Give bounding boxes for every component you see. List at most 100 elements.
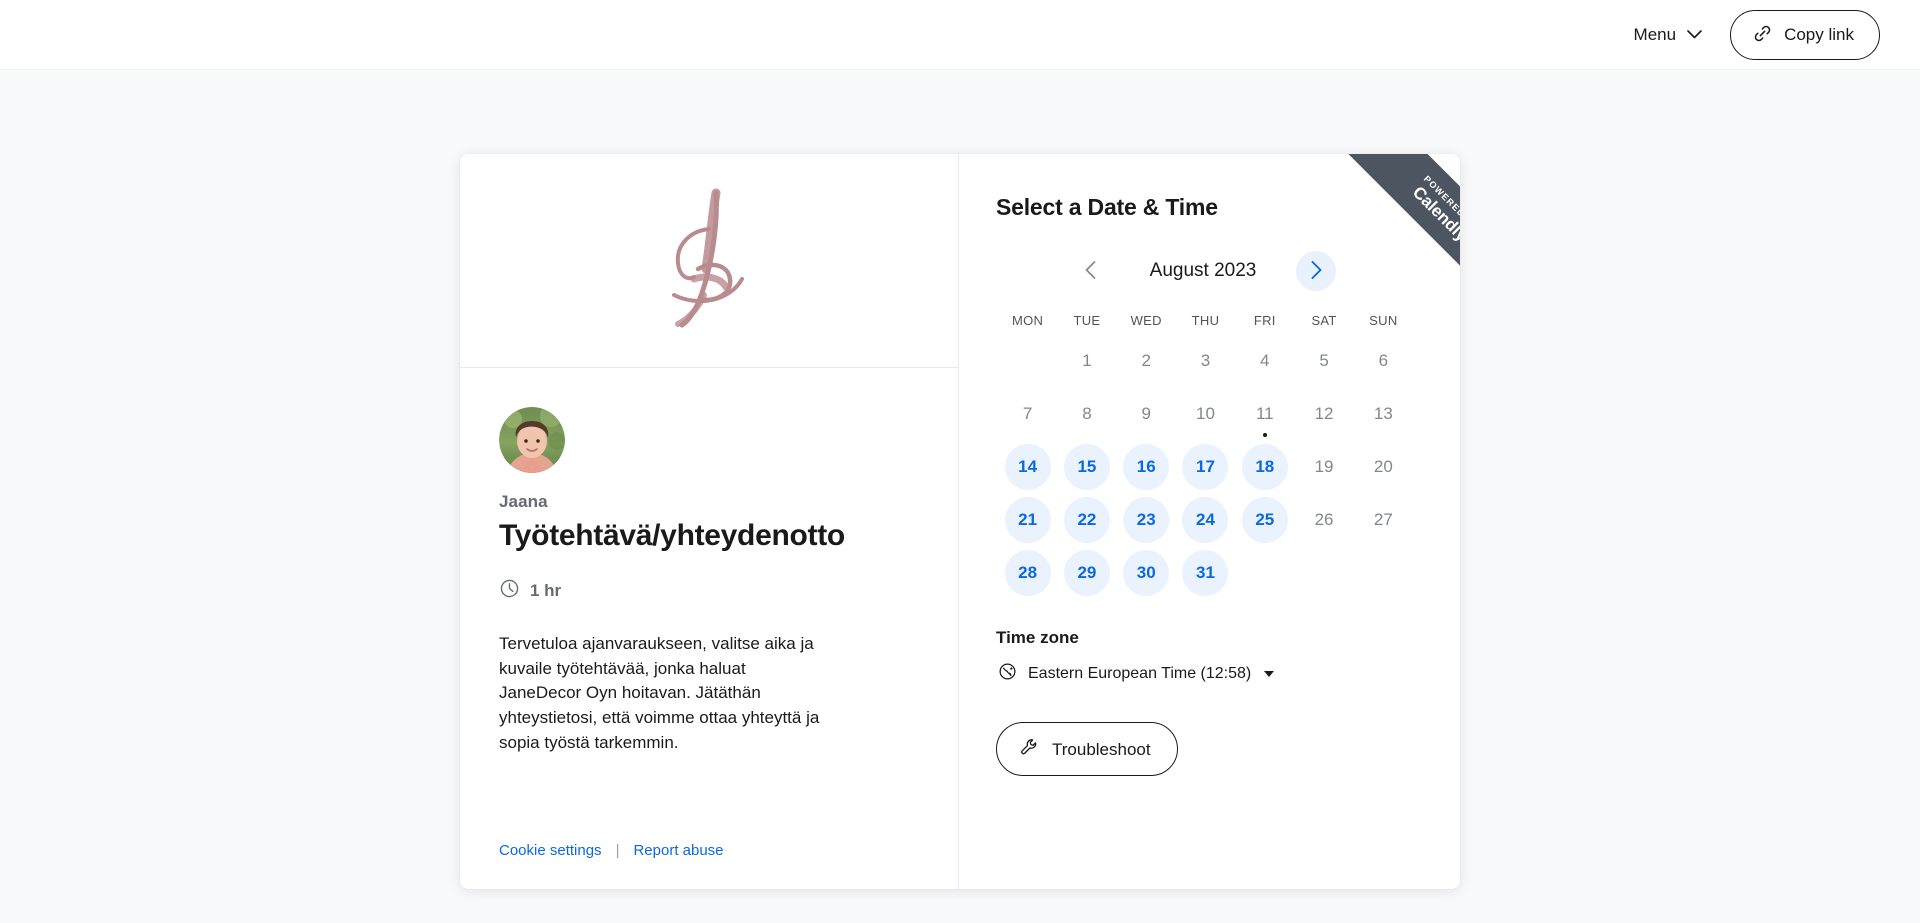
caret-down-icon <box>1264 671 1275 677</box>
top-header-bar: Menu Copy link <box>0 0 1920 70</box>
calendar-day-cell: 15 <box>1057 440 1116 493</box>
weekday-label-sat: SAT <box>1311 313 1337 328</box>
calendar-day-cell: 12 <box>1294 387 1353 440</box>
calendar-day-cell: 16 <box>1117 440 1176 493</box>
previous-month-button[interactable] <box>1070 251 1110 291</box>
brand-logo-area <box>460 154 958 368</box>
calendar-day-cell: 19 <box>1294 440 1353 493</box>
timezone-section: Time zone Eastern European Time (12:58) <box>996 628 1415 690</box>
calendar-day-30[interactable]: 30 <box>1123 549 1170 596</box>
calendar-day-cell: 27 <box>1354 493 1413 546</box>
chevron-left-icon <box>1085 260 1096 282</box>
calendar-day-13: 13 <box>1360 391 1406 437</box>
calendar-day-14[interactable]: 14 <box>1004 443 1051 490</box>
weekday-label-tue: TUE <box>1073 313 1101 328</box>
calendar-day-21[interactable]: 21 <box>1004 496 1051 543</box>
calendar-day-3: 3 <box>1182 338 1228 384</box>
date-time-panel: Select a Date & Time August 2023 MON TUE… <box>959 154 1460 889</box>
ribbon-brand-name: Calendly <box>1409 182 1460 245</box>
weekday-label-wed: WED <box>1130 313 1162 328</box>
calendar-day-cell: 28 <box>998 546 1057 599</box>
timezone-select[interactable]: Eastern European Time (12:58) <box>996 658 1276 690</box>
avatar <box>499 407 565 473</box>
page-body: Jaana Työtehtävä/yhteydenotto 1 hr Terve… <box>0 70 1920 923</box>
janedecor-brush-logo-icon <box>654 183 764 338</box>
calendar-day-23[interactable]: 23 <box>1123 496 1170 543</box>
calendar-day-cell: 26 <box>1294 493 1353 546</box>
weekday-label-mon: MON <box>1012 313 1044 328</box>
calendar-day-5: 5 <box>1301 338 1347 384</box>
calendar-day-1: 1 <box>1064 338 1110 384</box>
ribbon-powered-by-text: POWERED BY <box>1422 173 1460 231</box>
calendar-day-cell: 9 <box>1117 387 1176 440</box>
calendar-day-20: 20 <box>1360 444 1406 490</box>
calendar-day-cell: 20 <box>1354 440 1413 493</box>
event-title: Työtehtävä/yhteydenotto <box>499 519 845 552</box>
calendar-day-8: 8 <box>1064 391 1110 437</box>
cookie-settings-link[interactable]: Cookie settings <box>499 842 602 859</box>
calendar-day-cell: 3 <box>1176 334 1235 387</box>
calendar-day-7: 7 <box>1005 391 1051 437</box>
today-indicator-dot <box>1262 433 1267 437</box>
calendar-day-9: 9 <box>1123 391 1169 437</box>
calendar-day-cell: 29 <box>1057 546 1116 599</box>
calendar-day-cell: 10 <box>1176 387 1235 440</box>
copy-link-button[interactable]: Copy link <box>1730 9 1880 60</box>
duration-label: 1 hr <box>530 581 562 600</box>
calendar-day-25[interactable]: 25 <box>1241 496 1288 543</box>
copy-link-label: Copy link <box>1784 25 1854 44</box>
calendar-day-cell: 22 <box>1057 493 1116 546</box>
calendar-day-cell: 8 <box>1057 387 1116 440</box>
report-abuse-link[interactable]: Report abuse <box>633 842 723 859</box>
menu-button[interactable]: Menu <box>1628 17 1709 53</box>
calendar-day-cell: 2 <box>1117 334 1176 387</box>
calendar-day-cell: 24 <box>1176 493 1235 546</box>
calendar-day-6: 6 <box>1360 338 1406 384</box>
calendar-day-cell: 25 <box>1235 493 1294 546</box>
wrench-icon <box>1019 737 1040 761</box>
calendar-day-31[interactable]: 31 <box>1182 549 1229 596</box>
calendar-day-4: 4 <box>1242 338 1288 384</box>
weekday-label-sun: SUN <box>1369 313 1398 328</box>
calendar-day-cell: 31 <box>1176 546 1235 599</box>
chevron-down-icon <box>1687 30 1702 39</box>
next-month-button[interactable] <box>1296 251 1336 291</box>
calendar-day-15[interactable]: 15 <box>1063 443 1110 490</box>
clock-icon <box>499 578 520 604</box>
calendar-day-18[interactable]: 18 <box>1241 443 1288 490</box>
calendar-day-16[interactable]: 16 <box>1123 443 1170 490</box>
calendar-day-24[interactable]: 24 <box>1182 496 1229 543</box>
calendar-blank-cell <box>998 334 1057 387</box>
calendar-day-cell: 5 <box>1294 334 1353 387</box>
weekday-label-fri: FRI <box>1253 313 1276 328</box>
calendar-day-29[interactable]: 29 <box>1063 549 1110 596</box>
calendar-day-cell: 11 <box>1235 387 1294 440</box>
calendar-day-cell: 23 <box>1117 493 1176 546</box>
calendar-day-26: 26 <box>1301 497 1347 543</box>
calendar-day-cell: 7 <box>998 387 1057 440</box>
calendar-day-11: 11 <box>1242 391 1288 437</box>
timezone-value: Eastern European Time (12:58) <box>1028 665 1252 682</box>
booking-card: Jaana Työtehtävä/yhteydenotto 1 hr Terve… <box>460 154 1460 889</box>
month-navigation: August 2023 <box>996 251 1415 291</box>
calendar-day-10: 10 <box>1182 391 1228 437</box>
calendar-day-cell: 18 <box>1235 440 1294 493</box>
calendar-day-cell: 4 <box>1235 334 1294 387</box>
troubleshoot-label: Troubleshoot <box>1052 739 1151 759</box>
calendar-day-28[interactable]: 28 <box>1004 549 1051 596</box>
calendar-day-22[interactable]: 22 <box>1063 496 1110 543</box>
event-info: Jaana Työtehtävä/yhteydenotto 1 hr Terve… <box>460 368 958 889</box>
menu-button-label: Menu <box>1633 24 1677 44</box>
calendar-day-17[interactable]: 17 <box>1182 443 1229 490</box>
calendar-day-27: 27 <box>1360 497 1406 543</box>
event-duration: 1 hr <box>499 578 918 604</box>
troubleshoot-button[interactable]: Troubleshoot <box>996 722 1178 776</box>
link-icon <box>1752 23 1773 47</box>
calendar-day-2: 2 <box>1123 338 1169 384</box>
calendar-day-grid: 1 2 3 4 5 6 7 8 9 10 11 12 13 14 15 16 17 18 19 20 21 22 23 24 2… <box>996 334 1415 599</box>
calendar-day-cell: 13 <box>1354 387 1413 440</box>
calendar-day-cell: 17 <box>1176 440 1235 493</box>
footer-separator: | <box>615 842 620 859</box>
weekday-label-thu: THU <box>1191 313 1220 328</box>
left-panel-footer: Cookie settings | Report abuse <box>499 842 918 889</box>
